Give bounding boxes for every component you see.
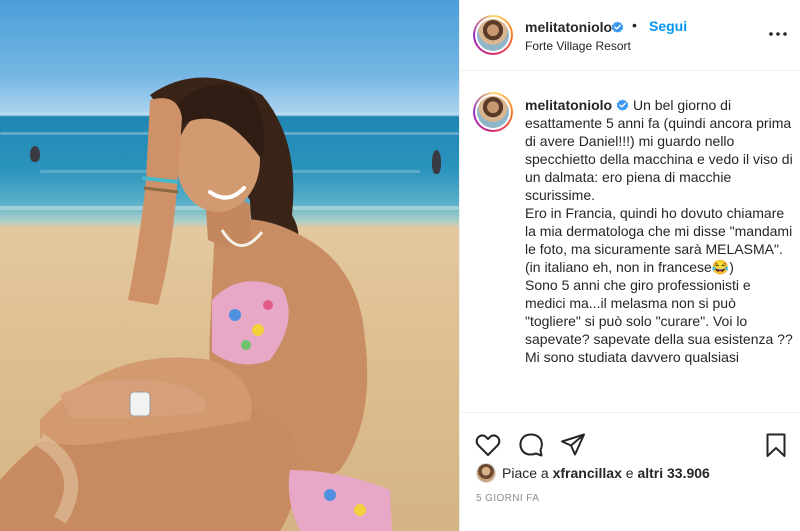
heart-icon[interactable] [474, 431, 502, 459]
post-location[interactable]: Forte Village Resort [525, 39, 631, 53]
likes-text: Piace a xfrancillax e altri 33.906 [502, 465, 710, 481]
paper-plane-icon[interactable] [559, 431, 587, 459]
caption-author-avatar[interactable] [473, 92, 513, 132]
likes-middle: e [625, 465, 634, 481]
comment-icon[interactable] [517, 431, 545, 459]
post-side-panel: melitatoniolo • Segui Forte Village Reso… [459, 0, 800, 531]
post-actions: Piace a xfrancillax e altri 33.906 5 gio… [460, 412, 800, 531]
verified-badge-icon [611, 21, 624, 33]
comments-section[interactable]: melitatoniolo Un bel giorno di esattamen… [460, 72, 800, 412]
liker-avatar[interactable] [476, 463, 496, 483]
post-header: melitatoniolo • Segui Forte Village Reso… [460, 0, 800, 71]
author-avatar[interactable] [473, 15, 513, 55]
author-username[interactable]: melitatoniolo [525, 19, 612, 35]
more-options-icon[interactable] [768, 24, 788, 44]
follow-button[interactable]: Segui [649, 18, 687, 34]
likes-user[interactable]: xfrancillax [553, 465, 622, 481]
caption-text: Un bel giorno di esattamente 5 anni fa (… [525, 97, 793, 365]
post-timestamp[interactable]: 5 giorni fa [476, 493, 539, 504]
header-separator: • [632, 17, 637, 33]
woman-figure [0, 77, 392, 531]
post-photo[interactable] [0, 0, 459, 531]
likes-count[interactable]: altri 33.906 [637, 465, 709, 481]
post-caption: melitatoniolo Un bel giorno di esattamen… [525, 96, 793, 366]
likes-prefix: Piace a [502, 465, 549, 481]
caption-username[interactable]: melitatoniolo [525, 97, 612, 113]
verified-badge-icon [616, 99, 629, 111]
bookmark-icon[interactable] [762, 431, 790, 459]
